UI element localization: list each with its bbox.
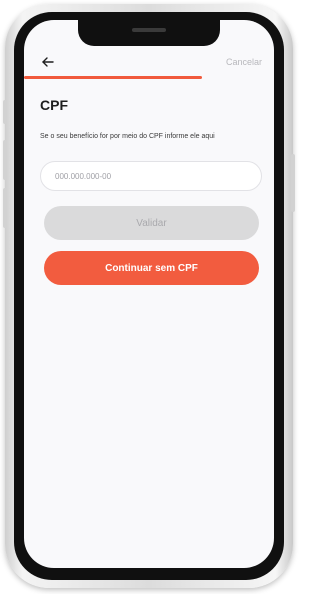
volume-up-button: [3, 140, 7, 180]
power-button: [291, 154, 295, 212]
speaker-grille: [132, 28, 166, 32]
continue-without-cpf-button[interactable]: Continuar sem CPF: [44, 251, 259, 285]
phone-notch: [78, 20, 220, 46]
progress-bar-fill: [24, 76, 202, 79]
arrow-left-icon[interactable]: [40, 54, 56, 70]
progress-bar: [24, 76, 274, 79]
page-subtitle: Se o seu benefício for por meio do CPF i…: [40, 133, 215, 140]
volume-down-button: [3, 188, 7, 228]
app-screen: Cancelar CPF Se o seu benefício for por …: [24, 20, 274, 568]
page-title: CPF: [40, 97, 68, 113]
side-button: [3, 100, 7, 124]
cancel-link[interactable]: Cancelar: [226, 57, 262, 67]
validate-button[interactable]: Validar: [44, 206, 259, 240]
cpf-input[interactable]: [40, 161, 262, 191]
